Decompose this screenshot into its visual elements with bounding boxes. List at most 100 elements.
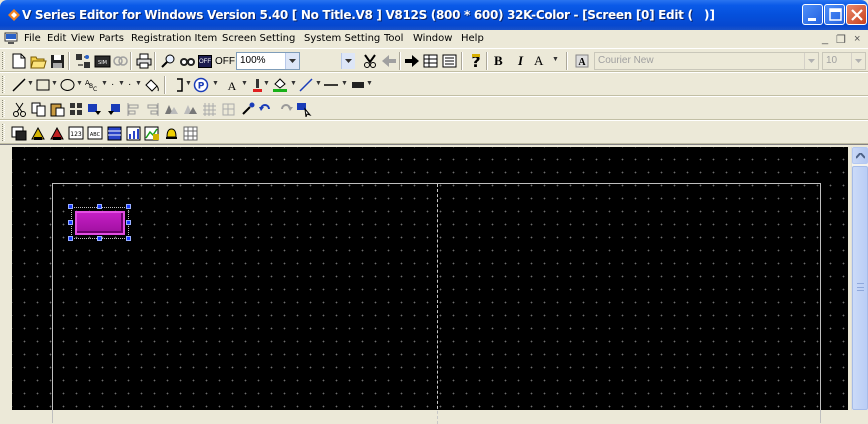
- point-tool-button[interactable]: ·: [128, 79, 131, 90]
- menu-screen-setting[interactable]: Screen Setting: [222, 33, 295, 44]
- char-part-button[interactable]: ABC: [86, 124, 104, 142]
- multi-copy-button[interactable]: [67, 100, 85, 118]
- title-bar[interactable]: V Series Editor for Windows Version 5.40…: [0, 0, 868, 30]
- mdi-close-button[interactable]: ×: [854, 33, 860, 45]
- menu-help[interactable]: Help: [461, 33, 484, 44]
- menu-tool[interactable]: Tool: [384, 33, 403, 44]
- line-tool-button[interactable]: [10, 76, 28, 94]
- menu-file[interactable]: File: [24, 33, 41, 44]
- transfer-button[interactable]: [74, 52, 92, 70]
- align-left-button[interactable]: [124, 100, 142, 118]
- text-tool-button[interactable]: ABC: [83, 76, 101, 94]
- font-a-button[interactable]: A: [223, 76, 241, 94]
- off-toggle-button[interactable]: OFF OFF: [198, 52, 235, 70]
- line-color-button[interactable]: [297, 76, 315, 94]
- minimize-button[interactable]: [802, 4, 823, 25]
- font-box-button[interactable]: A: [573, 52, 591, 70]
- paint-fill-button[interactable]: [142, 76, 160, 94]
- fill-pattern-button[interactable]: [349, 76, 367, 94]
- line-style-dropdown-icon[interactable]: ▼: [341, 80, 348, 87]
- table-part-button[interactable]: [105, 124, 123, 142]
- app-icon[interactable]: [7, 8, 21, 22]
- fill-pattern-dropdown-icon[interactable]: ▼: [366, 80, 373, 87]
- zoom-select[interactable]: 100%: [236, 52, 300, 70]
- cut-button[interactable]: [10, 100, 28, 118]
- line-dropdown-icon[interactable]: ▼: [27, 80, 34, 87]
- circle-tool-button[interactable]: [58, 76, 76, 94]
- disabled-tool-button[interactable]: [111, 52, 129, 70]
- dot-dropdown-icon[interactable]: ▼: [118, 80, 125, 87]
- mdi-restore-button[interactable]: ❐: [836, 33, 846, 46]
- group-button[interactable]: [162, 100, 180, 118]
- font-a-dropdown-icon[interactable]: ▼: [241, 80, 248, 87]
- resize-handle-nw[interactable]: [68, 204, 73, 209]
- rectangle-tool-button[interactable]: [34, 76, 52, 94]
- resize-handle-e[interactable]: [126, 220, 131, 225]
- paste-button[interactable]: [48, 100, 66, 118]
- zoom-search-button[interactable]: [159, 52, 177, 70]
- line-color-dropdown-icon[interactable]: ▼: [315, 80, 322, 87]
- fill-color-button[interactable]: [271, 76, 289, 94]
- print-button[interactable]: [135, 52, 153, 70]
- keypad-part-button[interactable]: [181, 124, 199, 142]
- alarm-part-button[interactable]: [162, 124, 180, 142]
- fill-color-dropdown-icon[interactable]: ▼: [290, 80, 297, 87]
- font-size-select[interactable]: 10: [822, 52, 866, 70]
- undo-button[interactable]: [257, 100, 275, 118]
- font-name-dropdown-arrow[interactable]: [804, 53, 818, 69]
- toolbar-grip[interactable]: [2, 76, 5, 93]
- zoom-secondary-select[interactable]: [304, 52, 356, 70]
- redo-button[interactable]: [276, 100, 294, 118]
- help-button[interactable]: ?: [467, 52, 485, 70]
- pattern-tool-button[interactable]: P: [192, 76, 210, 94]
- scroll-thumb[interactable]: [852, 166, 868, 410]
- back-button[interactable]: [380, 52, 398, 70]
- maximize-button[interactable]: [824, 4, 845, 25]
- toolbar-grip[interactable]: [2, 52, 5, 69]
- message-part-button[interactable]: [48, 124, 66, 142]
- secondary-dropdown-arrow[interactable]: [341, 53, 355, 69]
- forward-button[interactable]: [403, 52, 421, 70]
- resize-handle-ne[interactable]: [126, 204, 131, 209]
- mdi-minimize-button[interactable]: _: [822, 33, 828, 45]
- pick-button[interactable]: [238, 100, 256, 118]
- font-color-button[interactable]: A: [534, 53, 543, 69]
- point-dropdown-icon[interactable]: ▼: [135, 80, 142, 87]
- save-button[interactable]: [48, 52, 66, 70]
- simulator-button[interactable]: SIM: [93, 52, 111, 70]
- menu-registration-item[interactable]: Registration Item: [131, 33, 217, 44]
- display-toggle-button[interactable]: [178, 52, 196, 70]
- network-button[interactable]: [361, 52, 379, 70]
- select-mode-button[interactable]: [295, 100, 313, 118]
- menu-edit[interactable]: Edit: [47, 33, 66, 44]
- font-name-select[interactable]: Courier New: [594, 52, 819, 70]
- italic-button[interactable]: I: [518, 53, 523, 69]
- grid-view-button[interactable]: [421, 52, 439, 70]
- pattern-dropdown-icon[interactable]: ▼: [212, 80, 219, 87]
- new-button[interactable]: [10, 52, 28, 70]
- rectangle-dropdown-icon[interactable]: ▼: [51, 80, 58, 87]
- screen-edit-canvas[interactable]: [12, 147, 848, 424]
- switch-part-button[interactable]: [10, 124, 28, 142]
- menu-system-setting[interactable]: System Setting: [304, 33, 380, 44]
- list-view-button[interactable]: [440, 52, 458, 70]
- grid-on-button[interactable]: [200, 100, 218, 118]
- zoom-dropdown-arrow[interactable]: [285, 53, 299, 69]
- pen-color-dropdown-icon[interactable]: ▼: [263, 80, 270, 87]
- toolbar-grip[interactable]: [2, 100, 5, 117]
- grid-off-button[interactable]: [219, 100, 237, 118]
- line-style-button[interactable]: [322, 76, 340, 94]
- bold-button[interactable]: B: [494, 53, 503, 69]
- numeric-part-button[interactable]: 123: [67, 124, 85, 142]
- resize-handle-sw[interactable]: [68, 236, 73, 241]
- toolbar-grip[interactable]: [2, 124, 5, 141]
- font-color-dropdown-icon[interactable]: ▼: [552, 56, 559, 63]
- font-size-dropdown-arrow[interactable]: [851, 53, 865, 69]
- child-window-icon[interactable]: [4, 32, 18, 45]
- menu-view[interactable]: View: [71, 33, 95, 44]
- menu-window[interactable]: Window: [413, 33, 452, 44]
- ungroup-button[interactable]: [181, 100, 199, 118]
- resize-handle-n[interactable]: [97, 204, 102, 209]
- vertical-scrollbar[interactable]: [851, 147, 868, 410]
- bracket-dropdown-icon[interactable]: ▼: [185, 80, 192, 87]
